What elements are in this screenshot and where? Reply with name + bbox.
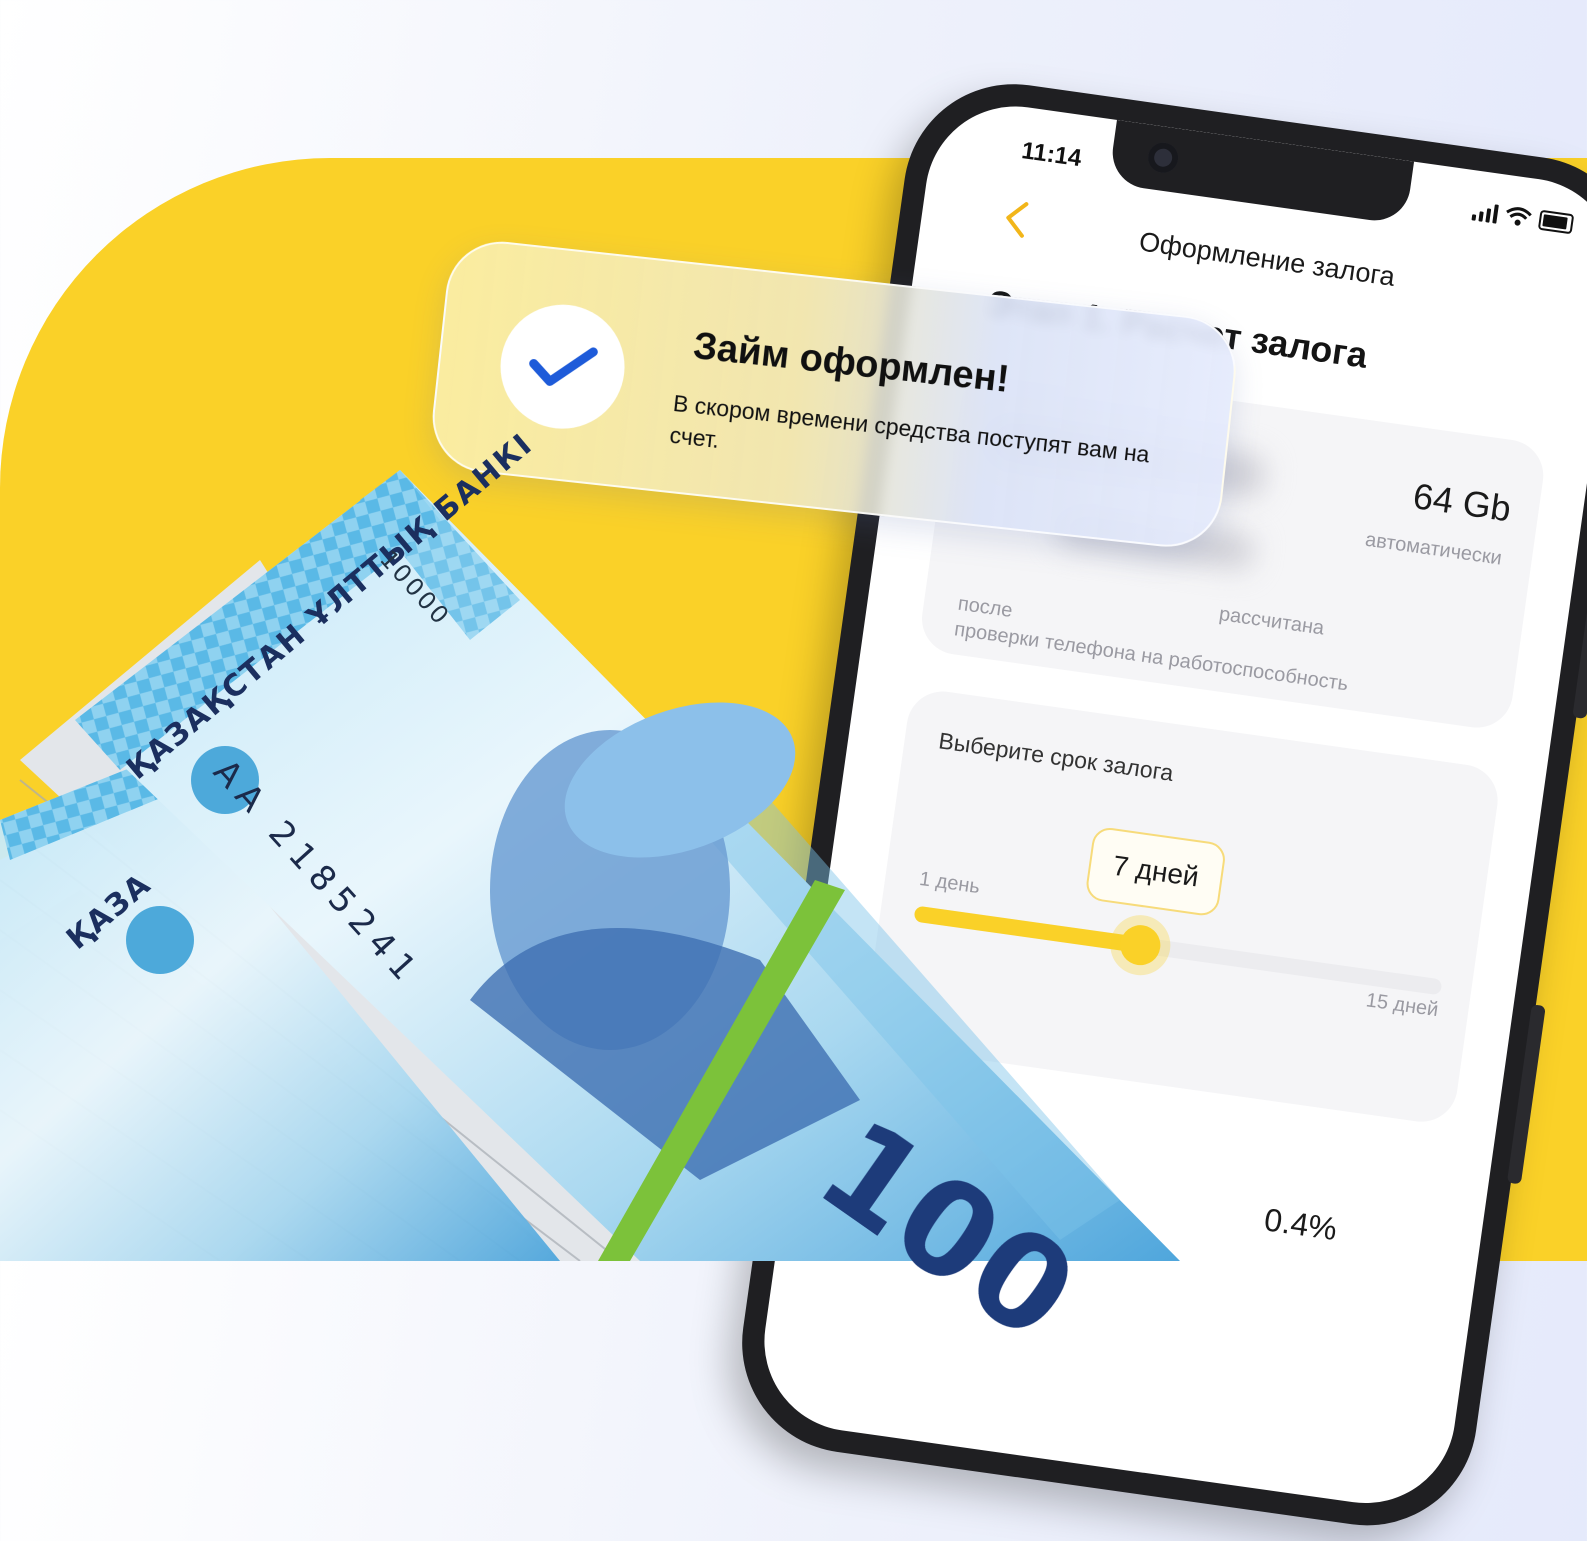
- term-slider[interactable]: [913, 905, 1443, 996]
- term-slider-thumb[interactable]: [1117, 922, 1163, 968]
- wifi-icon: [1506, 207, 1532, 226]
- toast-message: В скором времени средства поступят вам н…: [668, 389, 1151, 468]
- term-min-label: 1 день: [917, 867, 982, 899]
- term-label: Выберите срок залога: [937, 727, 1176, 786]
- signal-icon: [1471, 200, 1499, 224]
- front-camera: [1146, 140, 1181, 175]
- toast-title: Займ оформлен!: [691, 324, 1012, 401]
- phone-notch: [1108, 119, 1415, 226]
- status-bar-icons: [1471, 200, 1575, 235]
- device-memory: 64 Gb: [1410, 475, 1514, 530]
- device-note: рассчитана после проверки телефона на ра…: [953, 565, 1380, 701]
- term-value-pill: 7 дней: [1084, 825, 1228, 918]
- toast-check-circle: [494, 298, 631, 436]
- rate-value: 0.4%: [1261, 1201, 1340, 1248]
- term-card: Выберите срок залога 7 дней 1 день 15 дн…: [861, 686, 1503, 1127]
- auto-text: автоматически: [1363, 528, 1504, 570]
- check-icon: [529, 347, 598, 386]
- term-slider-fill: [913, 905, 1142, 954]
- phone-power-button: [1572, 598, 1587, 720]
- battery-icon: [1537, 209, 1575, 235]
- status-bar-time: 11:14: [1019, 137, 1084, 173]
- term-max-label: 15 дней: [1364, 989, 1440, 1022]
